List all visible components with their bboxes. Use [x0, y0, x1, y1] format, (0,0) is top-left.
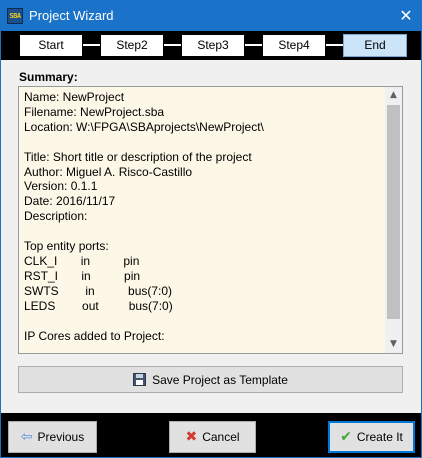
create-it-button[interactable]: ✔ Create It: [328, 421, 415, 453]
summary-line: Filename: NewProject.sba: [24, 104, 165, 119]
summary-line: Location: W:\FPGA\SBAprojects\NewProject…: [24, 119, 264, 134]
summary-line: Top entity ports:: [24, 239, 109, 254]
save-template-label: Save Project as Template: [152, 372, 288, 387]
cancel-label: Cancel: [202, 430, 240, 444]
summary-line: RST_I in pin: [24, 268, 141, 283]
summary-line: [24, 224, 384, 239]
summary-line: SWTS in bus(7:0): [24, 283, 173, 298]
close-button[interactable]: ✕: [391, 1, 421, 31]
step-3: Step3: [181, 34, 245, 57]
step-start: Start: [19, 34, 83, 57]
scroll-thumb[interactable]: [387, 105, 400, 319]
cancel-button[interactable]: ✖ Cancel: [169, 421, 256, 453]
summary-line: Date: 2016/11/17: [24, 194, 116, 209]
create-label: Create It: [356, 430, 403, 444]
step-end: End: [343, 34, 407, 57]
project-wizard-window: SBA Project Wizard ✕ Start Step2 Step3 S…: [0, 0, 422, 458]
summary-textbox[interactable]: Name: NewProject Filename: NewProject.sba…: [18, 86, 403, 354]
scroll-up-arrow-icon[interactable]: ▲: [385, 87, 402, 104]
window-title: Project Wizard: [29, 8, 114, 23]
cross-icon: ✖: [185, 429, 198, 445]
summary-line: Version: 0.1.1: [24, 179, 98, 194]
summary-line: Description:: [24, 209, 88, 224]
summary-line: [24, 314, 384, 329]
title-bar[interactable]: SBA Project Wizard ✕: [1, 1, 421, 31]
save-template-button[interactable]: Save Project as Template: [18, 366, 403, 393]
scroll-down-arrow-icon[interactable]: ▼: [385, 336, 402, 353]
summary-line: Name: NewProject: [24, 90, 125, 104]
summary-label: Summary:: [19, 70, 78, 84]
summary-scrollbar[interactable]: ▲ ▼: [385, 87, 402, 353]
summary-line: Title: Short title or description of the…: [24, 149, 252, 164]
summary-line: [24, 135, 384, 150]
app-logo-icon: SBA: [7, 8, 23, 24]
check-icon: ✔: [340, 429, 352, 445]
step-4: Step4: [262, 34, 326, 57]
summary-text: Name: NewProject Filename: NewProject.sba…: [24, 90, 384, 343]
summary-line: CLK_I in pin: [24, 253, 140, 268]
summary-line: LEDS out bus(7:0): [24, 298, 173, 313]
step-2: Step2: [100, 34, 164, 57]
footer-bar: ⇦ Previous ✖ Cancel ✔ Create It: [1, 413, 421, 457]
arrow-left-icon: ⇦: [20, 429, 33, 445]
summary-line: Author: Miguel A. Risco-Castillo: [24, 164, 193, 179]
floppy-disk-icon: [133, 373, 147, 386]
summary-line: IP Cores added to Project:: [24, 328, 165, 343]
wizard-steps-bar: Start Step2 Step3 Step4 End: [1, 31, 421, 60]
wizard-body: Summary: Name: NewProject Filename: NewPr…: [1, 60, 421, 413]
previous-label: Previous: [37, 430, 85, 444]
previous-button[interactable]: ⇦ Previous: [8, 421, 97, 453]
